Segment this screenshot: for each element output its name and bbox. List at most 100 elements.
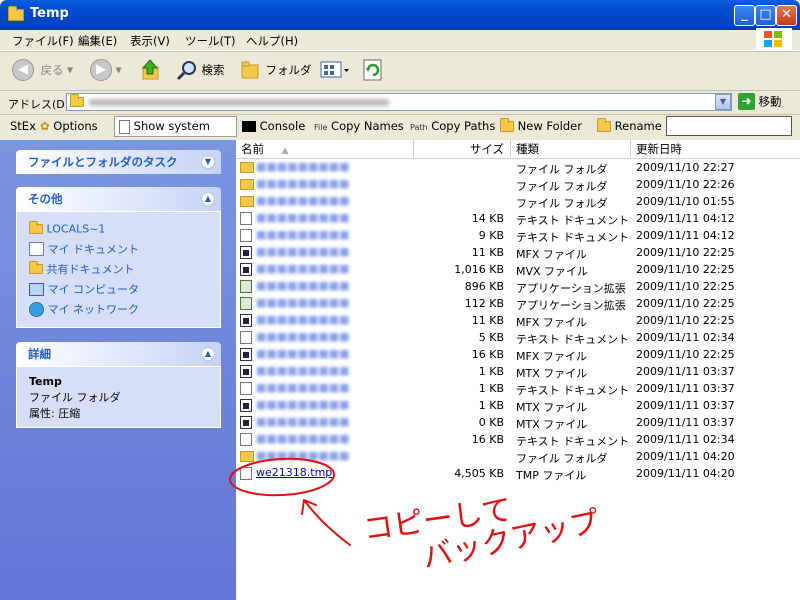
text-file-icon <box>240 433 252 446</box>
chevron-down-icon[interactable]: ▼ <box>201 155 215 169</box>
table-row[interactable]: we21318.tmp 4,505 KB TMP ファイル 2009/11/11 04… <box>236 465 800 482</box>
address-input[interactable] <box>66 93 732 111</box>
table-row[interactable]: ■■■■■■■■■ 11 KB MFX ファイル 2009/11/10 22:25 <box>236 312 800 329</box>
title-bar[interactable] <box>0 0 800 30</box>
sort-ascending-icon: ▲ <box>281 146 289 156</box>
sync-button[interactable] <box>362 59 384 84</box>
column-header-name[interactable]: 名前 ▲ <box>236 140 414 158</box>
other-item-my-network[interactable]: マイ ネットワーク <box>29 301 139 317</box>
table-row[interactable]: ■■■■■■■■■ 5 KB テキスト ドキュメント 2009/11/11 02:34 <box>236 329 800 346</box>
table-row[interactable]: ■■■■■■■■■ 11 KB MFX ファイル 2009/11/10 22:25 <box>236 244 800 261</box>
table-row[interactable]: ■■■■■■■■■ ファイル フォルダ 2009/11/11 04:20 <box>236 448 800 465</box>
column-type-label: 種類 <box>516 142 539 156</box>
table-row[interactable]: ■■■■■■■■■ 1 KB MTX ファイル 2009/11/11 03:37 <box>236 397 800 414</box>
file-name-redacted[interactable]: ■■■■■■■■■ <box>256 364 406 377</box>
table-row[interactable]: ■■■■■■■■■ ファイル フォルダ 2009/11/10 22:26 <box>236 176 800 193</box>
up-arrow-icon <box>141 59 159 80</box>
table-row[interactable]: ■■■■■■■■■ 16 KB テキスト ドキュメント 2009/11/11 02:3… <box>236 431 800 448</box>
table-row[interactable]: ■■■■■■■■■ ファイル フォルダ 2009/11/10 22:27 <box>236 159 800 176</box>
copy-paths-button[interactable]: Path Copy Paths <box>410 119 495 133</box>
search-button[interactable]: 検索 <box>176 59 225 81</box>
file-type: MFX ファイル <box>516 350 587 363</box>
folder-icon <box>70 94 84 107</box>
go-button[interactable]: ➜ 移動 <box>738 93 782 110</box>
file-type: MTX ファイル <box>516 367 588 380</box>
file-name-redacted[interactable]: ■■■■■■■■■ <box>256 449 406 462</box>
go-arrow-icon: ➜ <box>738 93 755 110</box>
menu-edit[interactable]: 編集(E) <box>78 33 117 49</box>
copy-names-button[interactable]: File Copy Names <box>314 119 404 133</box>
menu-file[interactable]: ファイル(F) <box>12 33 74 49</box>
other-item-my-documents[interactable]: マイ ドキュメント <box>29 241 139 257</box>
table-row[interactable]: ■■■■■■■■■ 1 KB MTX ファイル 2009/11/11 03:37 <box>236 363 800 380</box>
file-type: MFX ファイル <box>516 248 587 261</box>
minimize-button[interactable]: _ <box>734 5 755 26</box>
forward-button[interactable]: ▶ ▼ <box>90 59 122 81</box>
other-item-shared-documents[interactable]: 共有ドキュメント <box>29 261 135 277</box>
media-file-icon <box>240 246 252 259</box>
text-file-icon <box>240 382 252 395</box>
file-name-redacted[interactable]: ■■■■■■■■■ <box>256 262 406 275</box>
file-name-redacted[interactable]: ■■■■■■■■■ <box>256 211 406 224</box>
table-row[interactable]: ■■■■■■■■■ 16 KB MFX ファイル 2009/11/10 22:25 <box>236 346 800 363</box>
table-row[interactable]: ■■■■■■■■■ 112 KB アプリケーション拡張 2009/11/10 22:2… <box>236 295 800 312</box>
views-button[interactable] <box>320 60 350 83</box>
table-row[interactable]: ■■■■■■■■■ 14 KB テキスト ドキュメント 2009/11/11 04:1… <box>236 210 800 227</box>
details-panel-header[interactable]: 詳細 ▲ <box>16 342 221 366</box>
file-date: 2009/11/10 22:25 <box>636 297 735 310</box>
column-header-type[interactable]: 種類 <box>511 140 631 158</box>
menu-tools[interactable]: ツール(T) <box>185 33 236 49</box>
file-size: 11 KB <box>471 246 504 259</box>
file-name-redacted[interactable]: ■■■■■■■■■ <box>256 381 406 394</box>
tasks-panel-header[interactable]: ファイルとフォルダのタスク ▼ <box>16 150 221 174</box>
table-row[interactable]: ■■■■■■■■■ 9 KB テキスト ドキュメント 2009/11/11 04:12 <box>236 227 800 244</box>
file-name-redacted[interactable]: ■■■■■■■■■ <box>256 415 406 428</box>
file-name-redacted[interactable]: ■■■■■■■■■ <box>256 296 406 309</box>
stex-options-button[interactable]: ✿ Options <box>40 119 98 133</box>
file-name-redacted[interactable]: ■■■■■■■■■ <box>256 313 406 326</box>
console-button[interactable]: Console <box>242 119 305 133</box>
column-header-date[interactable]: 更新日時 <box>631 140 800 158</box>
new-folder-button[interactable]: New Folder <box>500 118 582 133</box>
rename-button[interactable]: Rename <box>597 118 662 133</box>
show-system-files-toggle[interactable]: Show system files <box>114 116 237 152</box>
search-label: 検索 <box>201 63 225 77</box>
file-name-redacted[interactable]: ■■■■■■■■■ <box>256 330 406 343</box>
maximize-button[interactable]: □ <box>755 5 776 26</box>
menu-help[interactable]: ヘルプ(H) <box>246 33 298 49</box>
close-button[interactable]: ✕ <box>776 5 797 26</box>
chevron-up-icon[interactable]: ▲ <box>201 347 215 361</box>
menu-view[interactable]: 表示(V) <box>130 33 170 49</box>
folders-button[interactable]: フォルダ <box>240 59 312 81</box>
file-date: 2009/11/11 02:34 <box>636 433 735 446</box>
table-row[interactable]: ■■■■■■■■■ 896 KB アプリケーション拡張 2009/11/10 22:2… <box>236 278 800 295</box>
table-row[interactable]: ■■■■■■■■■ ファイル フォルダ 2009/11/10 01:55 <box>236 193 800 210</box>
up-folder-button[interactable] <box>140 58 162 85</box>
file-name-redacted[interactable]: ■■■■■■■■■ <box>256 279 406 292</box>
text-file-icon <box>240 212 252 225</box>
file-type: テキスト ドキュメント <box>516 231 630 244</box>
file-name-redacted[interactable]: ■■■■■■■■■ <box>256 245 406 258</box>
other-panel-header[interactable]: その他 ▲ <box>16 187 221 211</box>
file-name-redacted[interactable]: ■■■■■■■■■ <box>256 347 406 360</box>
file-name-redacted[interactable]: ■■■■■■■■■ <box>256 228 406 241</box>
other-item-my-computer[interactable]: マイ コンピュータ <box>29 281 139 297</box>
rename-icon <box>597 118 611 132</box>
file-name-redacted[interactable]: ■■■■■■■■■ <box>256 432 406 445</box>
table-row[interactable]: ■■■■■■■■■ 1,016 KB MVX ファイル 2009/11/10 22:2… <box>236 261 800 278</box>
chevron-up-icon[interactable]: ▲ <box>201 192 215 206</box>
file-name[interactable]: we21318.tmp <box>256 466 406 479</box>
back-button[interactable]: ◀ 戻る ▼ <box>12 59 73 81</box>
file-date: 2009/11/11 03:37 <box>636 382 735 395</box>
address-dropdown-button[interactable]: ▼ <box>715 94 731 110</box>
column-header-size[interactable]: サイズ <box>414 140 511 158</box>
stex-input[interactable] <box>666 116 792 136</box>
file-name-redacted[interactable]: ■■■■■■■■■ <box>256 177 406 190</box>
other-item-locals[interactable]: LOCALS~1 <box>29 221 105 236</box>
file-name-redacted[interactable]: ■■■■■■■■■ <box>256 398 406 411</box>
table-row[interactable]: ■■■■■■■■■ 1 KB テキスト ドキュメント 2009/11/11 03:37 <box>236 380 800 397</box>
table-row[interactable]: ■■■■■■■■■ 0 KB MTX ファイル 2009/11/11 03:37 <box>236 414 800 431</box>
file-name-redacted[interactable]: ■■■■■■■■■ <box>256 160 406 173</box>
file-date: 2009/11/11 04:20 <box>636 467 735 480</box>
file-name-redacted[interactable]: ■■■■■■■■■ <box>256 194 406 207</box>
